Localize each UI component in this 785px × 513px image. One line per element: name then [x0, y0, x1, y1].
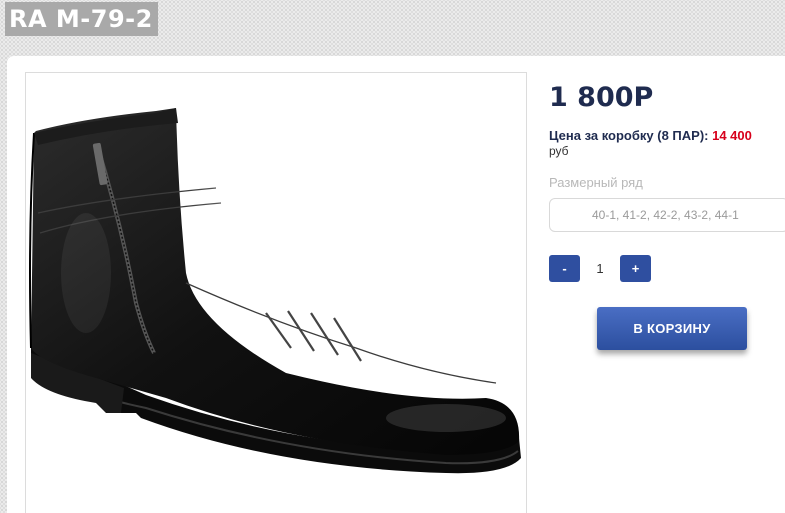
- product-photo: [29, 108, 521, 474]
- page-title: RA M-79-2: [5, 2, 158, 36]
- quantity-minus-button[interactable]: -: [549, 255, 580, 282]
- box-price-value: 14 400: [712, 128, 752, 143]
- box-price-unit: руб: [549, 144, 569, 158]
- product-price: 1 800Р: [549, 82, 654, 113]
- quantity-plus-button[interactable]: +: [620, 255, 651, 282]
- add-to-cart-button[interactable]: В КОРЗИНУ: [597, 307, 747, 350]
- quantity-input[interactable]: 1: [583, 255, 617, 282]
- size-range-select[interactable]: 40-1, 41-2, 42-2, 43-2, 44-1: [549, 198, 785, 232]
- product-photo-frame[interactable]: [25, 72, 527, 513]
- box-price-line: Цена за коробку (8 ПАР): 14 400: [549, 128, 752, 143]
- size-range-label: Размерный ряд: [549, 175, 643, 190]
- box-price-label: Цена за коробку (8 ПАР):: [549, 128, 709, 143]
